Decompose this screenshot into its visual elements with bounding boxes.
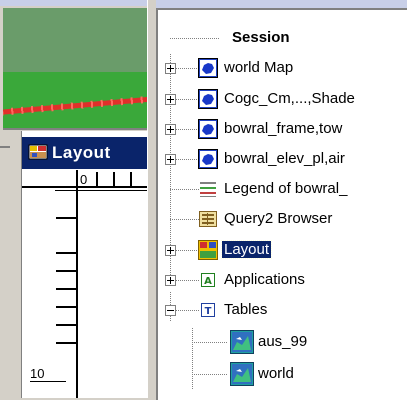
tree-item-label: world [258, 365, 294, 382]
tree-item-bowral-elev[interactable]: bowral_elev_pl,air [158, 145, 407, 175]
tree-item-label: Tables [224, 301, 268, 318]
tree-connector [170, 189, 200, 190]
ruler-corner-line [22, 186, 77, 188]
tree-root[interactable]: Session [158, 24, 407, 54]
layout-icon [198, 240, 218, 260]
tree-item-legend[interactable]: Legend of bowral_ [158, 175, 407, 205]
map-divider [3, 128, 147, 130]
map-view-icon [198, 119, 218, 139]
tree-item-label: Query2 Browser [224, 210, 333, 227]
ruler-tick [113, 172, 115, 186]
ruler-tick [56, 342, 76, 344]
map-view-icon [198, 58, 218, 78]
tree-item-tables[interactable]: T Tables [158, 296, 407, 326]
ruler-tick [56, 306, 76, 308]
tree-item-bowral-frame[interactable]: bowral_frame,tow [158, 115, 407, 145]
browser-icon [199, 211, 217, 227]
ruler-major-tick [30, 381, 66, 382]
tree-item-layout[interactable]: Layout [158, 236, 407, 266]
window-edge-tick [0, 146, 10, 148]
ruler-tick [56, 324, 76, 326]
ruler-tick [130, 172, 132, 186]
ruler-label-zero: 0 [80, 172, 88, 187]
map-window: Layout 0 10 [0, 0, 147, 398]
ruler-label-ten: 10 [30, 366, 45, 381]
session-tree[interactable]: Session world Map Cogc_Cm,...,Shade bowr… [156, 8, 407, 400]
tree-item-query2-browser[interactable]: Query2 Browser [158, 205, 407, 235]
expand-button[interactable] [165, 275, 176, 286]
window-top-edge [0, 0, 147, 6]
tree-connector [192, 374, 228, 375]
svg-text:T: T [205, 306, 212, 317]
tree-item-label: bowral_elev_pl,air [224, 150, 345, 167]
ruler-tick [56, 217, 76, 219]
tree-item-applications[interactable]: A Applications [158, 266, 407, 296]
expand-button[interactable] [165, 245, 176, 256]
vertical-ruler-line [76, 170, 78, 398]
map-view-icon [198, 89, 218, 109]
tree-item-label: Layout [220, 240, 273, 259]
tree-item-cogc[interactable]: Cogc_Cm,...,Shade [158, 85, 407, 115]
expand-button[interactable] [165, 63, 176, 74]
ruler-tick [56, 270, 76, 272]
layout-window-titlebar[interactable]: Layout [22, 137, 147, 169]
expand-button[interactable] [165, 124, 176, 135]
map-terrain-light [3, 8, 147, 72]
tree-root-label: Session [232, 29, 290, 46]
tree-connector [192, 342, 228, 343]
layout-icon [28, 144, 48, 160]
expand-button[interactable] [165, 94, 176, 105]
tree-item-label: Cogc_Cm,...,Shade [224, 90, 355, 107]
map-canvas[interactable] [3, 8, 147, 128]
tree-item-label: Applications [224, 271, 305, 288]
tree-item-label: bowral_frame,tow [224, 120, 343, 137]
legend-icon [200, 182, 216, 197]
layout-window-title: Layout [52, 143, 111, 162]
tables-icon: T [201, 303, 215, 317]
map-view-icon [198, 149, 218, 169]
tree-item-world-map[interactable]: world Map [158, 54, 407, 84]
tree-pane-top-edge [156, 0, 407, 8]
expand-button[interactable] [165, 154, 176, 165]
applications-icon: A [201, 273, 215, 287]
collapse-button[interactable] [165, 305, 176, 316]
tree-connector [170, 38, 220, 39]
tree-item-label: Legend of bowral_ [224, 180, 348, 197]
svg-text:A: A [204, 276, 212, 287]
tree-item-label: aus_99 [258, 333, 308, 350]
table-icon [230, 330, 254, 354]
tree-item-label: world Map [224, 59, 294, 76]
tree-item-world[interactable]: world [158, 360, 407, 390]
ruler-tick [56, 252, 76, 254]
ruler-tick [56, 288, 76, 290]
tree-item-aus-99[interactable]: aus_99 [158, 328, 407, 358]
ruler-tick [96, 172, 98, 186]
tree-connector [170, 219, 200, 220]
table-icon [230, 362, 254, 386]
